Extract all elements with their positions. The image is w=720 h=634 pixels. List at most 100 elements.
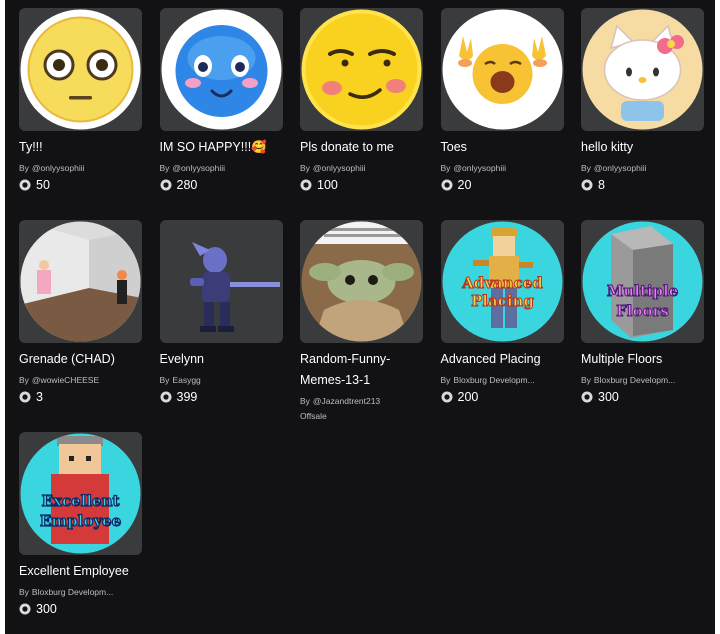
item-thumbnail[interactable]	[19, 220, 142, 343]
creator-name[interactable]: @onlyysophiii	[313, 163, 366, 173]
item-name[interactable]: Random-Funny-Memes-13-1	[300, 349, 423, 391]
item-thumbnail[interactable]	[159, 220, 283, 343]
item-thumbnail[interactable]: Multiple Floors	[581, 220, 704, 343]
excellent-employee-icon: Excellent Employee	[20, 433, 141, 554]
item-card[interactable]: Evelynn By Easygg 399	[159, 220, 283, 432]
item-name[interactable]: Toes	[441, 137, 564, 158]
by-label: By	[19, 163, 29, 173]
item-thumbnail[interactable]	[300, 220, 423, 343]
creator-name[interactable]: @onlyysophiii	[453, 163, 506, 173]
badge-line-1: Multiple	[607, 282, 679, 300]
item-name[interactable]: Pls donate to me	[300, 137, 423, 158]
item-creator[interactable]: By @onlyysophiii	[300, 162, 423, 174]
item-creator[interactable]: By @onlyysophiii	[160, 162, 283, 174]
creator-name[interactable]: Bloxburg Developm...	[594, 375, 675, 385]
creator-name[interactable]: @onlyysophiii	[594, 163, 647, 173]
price-value: 100	[317, 178, 338, 192]
price-value: 20	[457, 178, 472, 192]
robux-icon	[19, 391, 31, 403]
multiple-floors-icon: Multiple Floors	[582, 221, 703, 342]
item-card[interactable]: Toes By @onlyysophiii 20	[440, 8, 564, 220]
blue-smiling-emoji-icon	[161, 9, 281, 130]
item-thumbnail[interactable]	[440, 8, 564, 131]
item-card[interactable]: Grenade (CHAD) By @wowieCHEESE 3	[19, 220, 142, 432]
by-label: By	[581, 375, 591, 385]
item-thumbnail[interactable]	[159, 8, 283, 131]
item-creator[interactable]: By @wowieCHEESE	[19, 374, 142, 386]
item-thumbnail[interactable]	[300, 8, 423, 131]
creator-name[interactable]: @Jazandtrent213	[313, 396, 380, 406]
item-name[interactable]: Evelynn	[160, 349, 283, 370]
badge-line-1: Excellent	[42, 492, 120, 510]
by-label: By	[581, 163, 591, 173]
item-card[interactable]: IM SO HAPPY!!!🥰 By @onlyysophiii 280	[159, 8, 283, 220]
item-name[interactable]: Excellent Employee	[19, 561, 142, 582]
item-creator[interactable]: By Bloxburg Developm...	[19, 586, 142, 598]
item-price: 200	[441, 390, 564, 404]
robux-icon	[19, 179, 31, 191]
price-value: 200	[457, 390, 479, 404]
item-thumbnail[interactable]	[19, 8, 142, 131]
advanced-placing-icon: Advanced Placing	[442, 221, 562, 342]
robux-icon	[160, 391, 171, 403]
robux-icon	[441, 179, 452, 191]
item-name[interactable]: hello kitty	[581, 137, 704, 158]
item-name[interactable]: Multiple Floors	[581, 349, 704, 370]
item-creator[interactable]: By @Jazandtrent213	[300, 395, 423, 407]
by-label: By	[440, 375, 451, 385]
item-card[interactable]: Ty!!! By @onlyysophiii 50	[19, 8, 142, 220]
price-value: 300	[36, 602, 57, 616]
item-name[interactable]: Ty!!!	[19, 137, 142, 158]
offsale-label: Offsale	[300, 411, 327, 421]
creator-name[interactable]: Bloxburg Developm...	[453, 375, 534, 385]
item-card[interactable]: Pls donate to me By @onlyysophiii 100	[300, 8, 423, 220]
item-creator[interactable]: By @onlyysophiii	[19, 162, 142, 174]
item-name[interactable]: Grenade (CHAD)	[19, 349, 142, 370]
item-price: 100	[300, 178, 423, 192]
item-name[interactable]: IM SO HAPPY!!!🥰	[160, 137, 283, 158]
creator-name[interactable]: Bloxburg Developm...	[32, 587, 113, 597]
robux-icon	[160, 179, 171, 191]
hello-kitty-icon	[582, 9, 703, 130]
item-creator[interactable]: By Bloxburg Developm...	[581, 374, 704, 386]
item-creator[interactable]: By @onlyysophiii	[441, 162, 564, 174]
price-value: 280	[176, 178, 198, 192]
item-price: 3	[19, 390, 142, 404]
by-label: By	[159, 375, 170, 385]
item-name[interactable]: Advanced Placing	[441, 349, 564, 370]
badge-line-1: Advanced	[461, 274, 543, 292]
item-thumbnail[interactable]: Excellent Employee	[19, 432, 142, 555]
badge-line-2: Placing	[471, 292, 534, 310]
armored-character-icon	[189, 242, 280, 332]
creator-name[interactable]: Easygg	[172, 375, 200, 385]
by-label: By	[19, 587, 29, 597]
item-card[interactable]: Random-Funny-Memes-13-1 By @Jazandtrent21…	[300, 220, 423, 432]
item-thumbnail[interactable]: Advanced Placing	[440, 220, 564, 343]
by-label: By	[19, 375, 29, 385]
item-price: 20	[441, 178, 564, 192]
badge-line-2: Employee	[40, 512, 121, 530]
flushed-emoji-icon	[20, 9, 141, 130]
item-card[interactable]: Excellent Employee Excellent Employee By…	[19, 432, 142, 632]
item-price: 399	[160, 390, 283, 404]
item-creator[interactable]: By @onlyysophiii	[581, 162, 704, 174]
item-card[interactable]: Multiple Floors Multiple Floors By Bloxbu…	[581, 220, 704, 432]
item-card[interactable]: Advanced Placing Advanced Placing By Blox…	[440, 220, 564, 432]
catalog-panel: Ty!!! By @onlyysophiii 50 IM SO HAPPY!!!…	[5, 0, 715, 634]
item-creator[interactable]: By Easygg	[160, 374, 283, 386]
by-label: By	[159, 163, 170, 173]
item-thumbnail[interactable]	[581, 8, 704, 131]
creator-name[interactable]: @onlyysophiii	[32, 163, 85, 173]
creator-name[interactable]: @onlyysophiii	[172, 163, 225, 173]
item-price: 280	[160, 178, 283, 192]
by-label: By	[440, 163, 451, 173]
robux-icon	[581, 391, 593, 403]
room-scene-icon	[20, 221, 141, 342]
creator-name[interactable]: @wowieCHEESE	[32, 375, 99, 385]
item-card[interactable]: hello kitty By @onlyysophiii 8	[581, 8, 704, 220]
by-label: By	[300, 396, 310, 406]
item-price: 8	[581, 178, 704, 192]
smirking-emoji-icon	[301, 9, 422, 130]
item-creator[interactable]: By Bloxburg Developm...	[441, 374, 564, 386]
price-value: 399	[176, 390, 198, 404]
